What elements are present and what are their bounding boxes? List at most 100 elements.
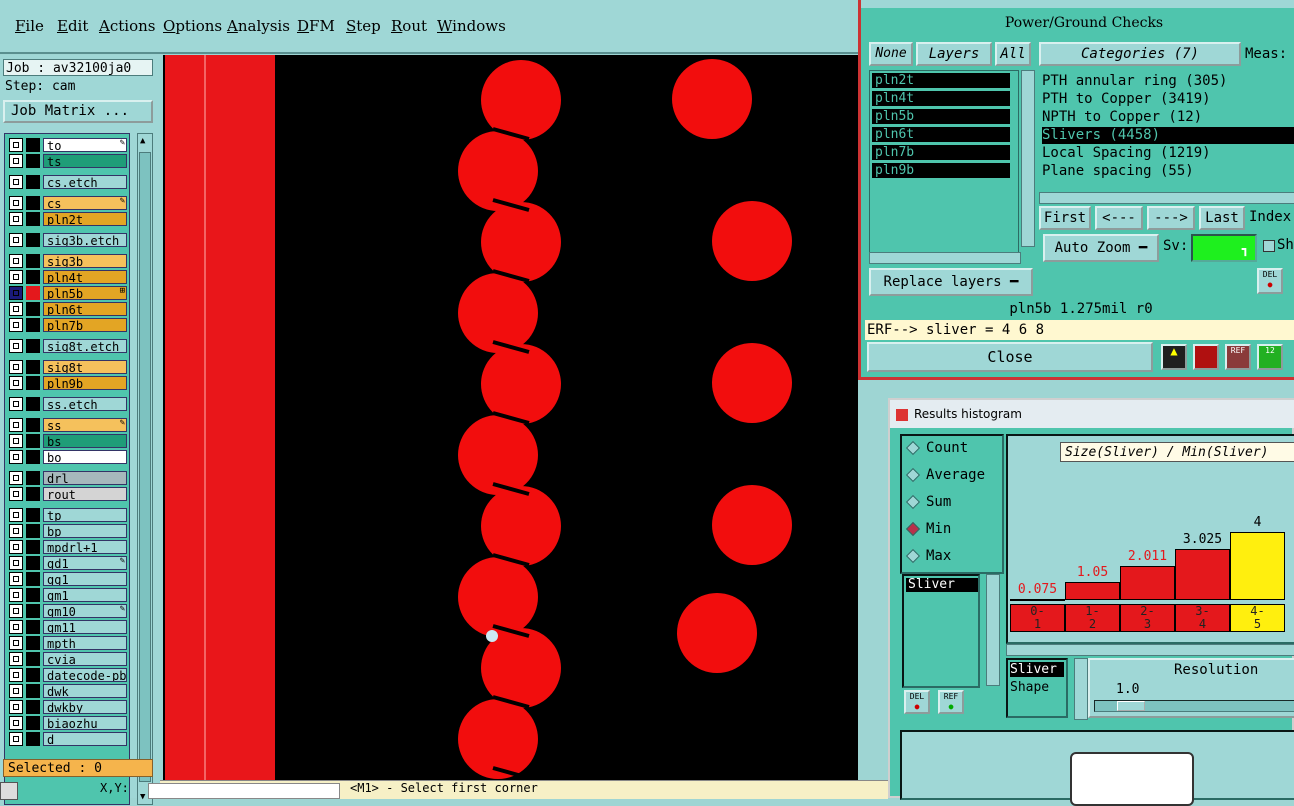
mode-radio-max[interactable]: Max	[905, 548, 951, 564]
layer-name[interactable]: ss.etch	[43, 397, 127, 411]
layer-list-scrollbar[interactable]: ▲ ▼	[137, 133, 153, 805]
del-icon[interactable]: DEL ●	[1257, 268, 1283, 294]
layer-color-swatch[interactable]	[26, 286, 40, 300]
mode-radio-sum[interactable]: Sum	[905, 494, 951, 510]
layer-color-swatch[interactable]	[26, 636, 40, 650]
menu-actions[interactable]: Actions	[99, 17, 155, 35]
layer-color-swatch[interactable]	[26, 138, 40, 152]
layer-row-drl[interactable]: drl	[9, 471, 127, 485]
prev-button[interactable]: <---	[1095, 206, 1143, 230]
layer-name[interactable]: sig3b.etch	[43, 233, 127, 247]
menu-step[interactable]: Step	[346, 17, 381, 35]
layer-row-mpdrl-1[interactable]: mpdrl+1	[9, 540, 127, 554]
bucket-label[interactable]: 1- 2	[1065, 604, 1120, 632]
layer-name[interactable]: tp	[43, 508, 127, 522]
layer-name[interactable]: pln6t	[43, 302, 127, 316]
layer-color-swatch[interactable]	[26, 487, 40, 501]
layer-name[interactable]: gm1	[43, 588, 127, 602]
layer-checkbox[interactable]	[9, 418, 23, 432]
layer-name[interactable]: pln2t	[43, 212, 127, 226]
layer-name[interactable]: rout	[43, 487, 127, 501]
scroll-down-icon[interactable]: ▼	[140, 792, 145, 802]
layer-color-swatch[interactable]	[26, 254, 40, 268]
layer-row-d[interactable]: d	[9, 732, 127, 746]
layer-checkbox[interactable]	[9, 376, 23, 390]
category-item[interactable]: Plane spacing (55)	[1042, 163, 1294, 180]
category-hscroll[interactable]	[1039, 192, 1294, 204]
check-layer-item[interactable]: pln5b	[872, 109, 1010, 124]
layer-name[interactable]: cs	[43, 196, 127, 210]
category-item[interactable]: PTH annular ring (305)	[1042, 73, 1294, 90]
layer-checkbox[interactable]	[9, 434, 23, 448]
probe-icon[interactable]: ▲	[1161, 344, 1187, 370]
layer-color-swatch[interactable]	[26, 524, 40, 538]
tool-icon[interactable]	[0, 782, 18, 800]
mode-radio-min[interactable]: Min	[905, 521, 951, 537]
layer-checkbox[interactable]	[9, 524, 23, 538]
layer-checkbox[interactable]	[9, 233, 23, 247]
job-matrix-button[interactable]: Job Matrix ...	[3, 100, 153, 123]
check-layer-item[interactable]: pln4t	[872, 91, 1010, 106]
layer-checkbox[interactable]	[9, 604, 23, 618]
scroll-thumb[interactable]	[139, 152, 151, 782]
layer-row-gm10[interactable]: gm10 ✎	[9, 604, 127, 618]
check-layer-item[interactable]: pln9b	[872, 163, 1010, 178]
bucket-label[interactable]: 4- 5	[1230, 604, 1285, 632]
del-icon[interactable]: DEL ●	[904, 690, 930, 714]
layer-checkbox[interactable]	[9, 620, 23, 634]
first-button[interactable]: First	[1039, 206, 1091, 230]
menu-file[interactable]: File	[15, 17, 44, 35]
bucket-label[interactable]: 0- 1	[1010, 604, 1065, 632]
layer-checkbox[interactable]	[9, 572, 23, 586]
layer-checkbox[interactable]	[9, 471, 23, 485]
layer-name[interactable]: drl	[43, 471, 127, 485]
layer-color-swatch[interactable]	[26, 360, 40, 374]
layer-color-swatch[interactable]	[26, 196, 40, 210]
layer-row-gg1[interactable]: gg1	[9, 572, 127, 586]
layer-color-swatch[interactable]	[26, 376, 40, 390]
histogram-bar[interactable]	[1065, 582, 1120, 600]
layer-color-swatch[interactable]	[26, 318, 40, 332]
layer-checkbox[interactable]	[9, 508, 23, 522]
layer-color-swatch[interactable]	[26, 700, 40, 714]
layer-checkbox[interactable]	[9, 732, 23, 746]
layer-row-ss-etch[interactable]: ss.etch	[9, 397, 127, 411]
layer-row-sig8t[interactable]: sig8t	[9, 360, 127, 374]
layer-name[interactable]: gd1	[43, 556, 127, 570]
menu-rout[interactable]: Rout	[391, 17, 427, 35]
layer-row-bo[interactable]: bo	[9, 450, 127, 464]
layer-color-swatch[interactable]	[26, 668, 40, 682]
category-item[interactable]: Local Spacing (1219)	[1042, 145, 1294, 162]
bucket-label[interactable]: 2- 3	[1120, 604, 1175, 632]
layer-color-swatch[interactable]	[26, 471, 40, 485]
layer-row-dwk[interactable]: dwk	[9, 684, 127, 698]
layer-row-pln5b[interactable]: pln5b ⊞	[9, 286, 127, 300]
layer-checkbox[interactable]	[9, 450, 23, 464]
layer-row-cs-etch[interactable]: cs.etch	[9, 175, 127, 189]
layer-row-sig3b[interactable]: sig3b	[9, 254, 127, 268]
layer-name[interactable]: pln9b	[43, 376, 127, 390]
layer-row-mpth[interactable]: mpth	[9, 636, 127, 650]
result-list-scrollbar[interactable]	[986, 574, 1000, 686]
mode-radio-count[interactable]: Count	[905, 440, 968, 456]
layer-name[interactable]: gm11	[43, 620, 127, 634]
layer-name[interactable]: mpdrl+1	[43, 540, 127, 554]
all-button[interactable]: All	[995, 42, 1031, 66]
menu-dfm[interactable]: DFM	[297, 17, 335, 35]
layer-checkbox[interactable]	[9, 668, 23, 682]
close-button[interactable]: Close	[867, 342, 1153, 372]
mode-radio-average[interactable]: Average	[905, 467, 985, 483]
attr-item-sliver[interactable]: Sliver	[1010, 662, 1064, 677]
layer-color-swatch[interactable]	[26, 716, 40, 730]
layer-checkbox[interactable]	[9, 540, 23, 554]
layer-row-bs[interactable]: bs	[9, 434, 127, 448]
layer-name[interactable]: pln7b	[43, 318, 127, 332]
layer-row-sig3b-etch[interactable]: sig3b.etch	[9, 233, 127, 247]
next-button[interactable]: --->	[1147, 206, 1195, 230]
layer-checkbox[interactable]	[9, 700, 23, 714]
layer-checkbox[interactable]	[9, 556, 23, 570]
layer-checkbox[interactable]	[9, 652, 23, 666]
layer-row-pln7b[interactable]: pln7b	[9, 318, 127, 332]
layer-color-swatch[interactable]	[26, 175, 40, 189]
layer-name[interactable]: d	[43, 732, 127, 746]
